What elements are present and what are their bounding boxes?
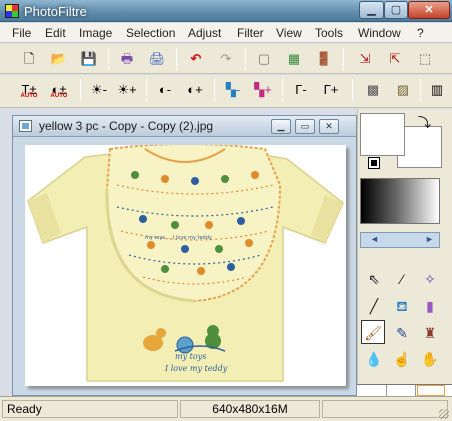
- window-title: PhotoFiltre: [24, 4, 87, 19]
- gamma-plus-icon[interactable]: Γ+: [320, 79, 342, 101]
- gradient-nav-bar: ◄ ►: [360, 232, 440, 248]
- saturation-minus-icon[interactable]: ▚-: [222, 79, 244, 101]
- adjust-toolbar: T± AUTO ◐± AUTO ☀- ☀+ ◐- ◐+ ▚- ▚+ Γ- Γ+ …: [0, 75, 452, 108]
- image-file-icon: [19, 120, 32, 132]
- open-folder-icon[interactable]: 📂: [48, 48, 70, 70]
- option-box[interactable]: [417, 385, 445, 396]
- filter-grid-icon[interactable]: ▩: [362, 79, 384, 101]
- document-title: yellow 3 pc - Copy - Copy (2).jpg: [39, 119, 214, 133]
- contrast-plus-icon[interactable]: ◐+: [184, 79, 206, 101]
- status-text: Ready: [2, 400, 178, 418]
- shirt-text-line2: I love my teddy: [164, 364, 228, 373]
- status-bar: Ready 640x480x16M: [0, 396, 452, 421]
- toolbar-separator: [146, 79, 147, 101]
- panel-toggle-icon[interactable]: ▥: [426, 79, 448, 101]
- gamma-minus-icon[interactable]: Γ-: [290, 79, 312, 101]
- fill-bucket-tool-icon[interactable]: ⛾: [390, 294, 414, 318]
- title-bar: PhotoFiltre ▁ ▢ ✕: [0, 0, 452, 22]
- menu-image[interactable]: Image: [79, 26, 112, 40]
- menu-file[interactable]: File: [12, 26, 31, 40]
- toolbar-separator: [343, 48, 344, 70]
- auto-label: AUTO: [50, 93, 68, 99]
- minimize-button[interactable]: ▁: [359, 1, 384, 19]
- document-minimize-button[interactable]: ▁: [271, 119, 291, 134]
- image-dimensions: 640x480x16M: [180, 400, 320, 418]
- print-icon[interactable]: 🖶: [116, 48, 138, 70]
- crop-icon[interactable]: ⬚: [414, 48, 436, 70]
- pen-tool-icon[interactable]: ✎: [390, 321, 414, 345]
- contrast-minus-icon[interactable]: ◐-: [154, 79, 176, 101]
- baby-shirt-image: my toys ... I love my teddy my toys I lo…: [27, 145, 344, 382]
- pointer-tool-icon[interactable]: ⇖: [362, 267, 386, 291]
- menu-filter[interactable]: Filter: [237, 26, 264, 40]
- drop-tool-icon[interactable]: 💧: [362, 347, 386, 371]
- exit-icon[interactable]: 🚪: [313, 48, 335, 70]
- image-size-icon[interactable]: ⇲: [354, 48, 376, 70]
- menu-edit[interactable]: Edit: [45, 26, 66, 40]
- menu-window[interactable]: Window: [358, 26, 401, 40]
- gradient-next-icon[interactable]: ►: [425, 234, 434, 244]
- document-window: yellow 3 pc - Copy - Copy (2).jpg ▁ ▭ ✕: [12, 115, 357, 396]
- resize-grip[interactable]: [439, 409, 449, 419]
- photofiltre-app-icon: [5, 4, 19, 18]
- brush-tool-icon[interactable]: 🖌: [361, 320, 385, 344]
- foreground-color-swatch[interactable]: [360, 113, 405, 156]
- status-extra: [322, 400, 448, 418]
- menu-adjust[interactable]: Adjust: [188, 26, 221, 40]
- stamp-tool-icon[interactable]: ♜: [418, 321, 442, 345]
- auto-contrast-icon[interactable]: ◐± AUTO: [48, 79, 70, 101]
- toolbar-separator: [352, 79, 353, 101]
- menu-bar: File Edit Image Selection Adjust Filter …: [0, 23, 452, 43]
- toolbar-separator: [214, 79, 215, 101]
- tool-options-strip: [357, 384, 452, 396]
- document-titlebar: yellow 3 pc - Copy - Copy (2).jpg ▁ ▭ ✕: [13, 116, 356, 137]
- toolbar-separator: [176, 48, 177, 70]
- main-toolbar: 🗋 📂 💾 🖶 🖨 ↶ ↷ ▢ ▦ 🚪 ⇲ ⇱ ⬚: [0, 44, 452, 74]
- brightness-plus-icon[interactable]: ☀+: [116, 79, 138, 101]
- swap-colors-icon[interactable]: ⤵: [418, 112, 431, 131]
- palette-icon[interactable]: ▦: [283, 48, 305, 70]
- toolbar-separator: [420, 79, 421, 101]
- undo-icon[interactable]: ↶: [185, 48, 207, 70]
- option-box[interactable]: [359, 385, 387, 396]
- toolbar-separator: [282, 79, 283, 101]
- redo-icon[interactable]: ↷: [215, 48, 237, 70]
- save-icon[interactable]: 💾: [78, 48, 100, 70]
- close-button[interactable]: ✕: [408, 1, 450, 19]
- maximize-button[interactable]: ▢: [384, 1, 408, 19]
- eyedropper-tool-icon[interactable]: ⁄: [390, 267, 414, 291]
- auto-label: AUTO: [20, 93, 38, 99]
- gradient-prev-icon[interactable]: ◄: [370, 234, 379, 244]
- line-tool-icon[interactable]: ╱: [362, 294, 386, 318]
- canvas-size-icon[interactable]: ⇱: [384, 48, 406, 70]
- magic-wand-tool-icon[interactable]: ✧: [418, 267, 442, 291]
- auto-levels-icon[interactable]: T± AUTO: [18, 79, 40, 101]
- document-close-button[interactable]: ✕: [319, 119, 339, 134]
- toolbar-separator: [245, 48, 246, 70]
- bib-text: my toys ... I love my teddy: [145, 235, 212, 241]
- saturation-plus-icon[interactable]: ▚+: [252, 79, 274, 101]
- menu-view[interactable]: View: [276, 26, 302, 40]
- spray-tool-icon[interactable]: ▮: [418, 294, 442, 318]
- menu-selection[interactable]: Selection: [126, 26, 175, 40]
- menu-tools[interactable]: Tools: [315, 26, 343, 40]
- toolbar-separator: [80, 79, 81, 101]
- reset-colors-icon[interactable]: [368, 157, 380, 169]
- selection-square-icon[interactable]: ▢: [253, 48, 275, 70]
- shirt-text-line1: my toys: [175, 352, 206, 361]
- image-canvas[interactable]: my toys ... I love my teddy my toys I lo…: [25, 145, 346, 386]
- option-box[interactable]: [388, 385, 416, 396]
- hand-tool-icon[interactable]: ✋: [418, 347, 442, 371]
- new-file-icon[interactable]: 🗋: [18, 48, 40, 70]
- brightness-minus-icon[interactable]: ☀-: [88, 79, 110, 101]
- filter-texture-icon[interactable]: ▨: [392, 79, 414, 101]
- gradient-preview[interactable]: [360, 178, 440, 224]
- menu-help[interactable]: ?: [417, 26, 424, 40]
- scan-icon[interactable]: 🖨: [146, 48, 168, 70]
- toolbar-separator: [108, 48, 109, 70]
- smudge-tool-icon[interactable]: ☝: [390, 347, 414, 371]
- document-maximize-button[interactable]: ▭: [295, 119, 315, 134]
